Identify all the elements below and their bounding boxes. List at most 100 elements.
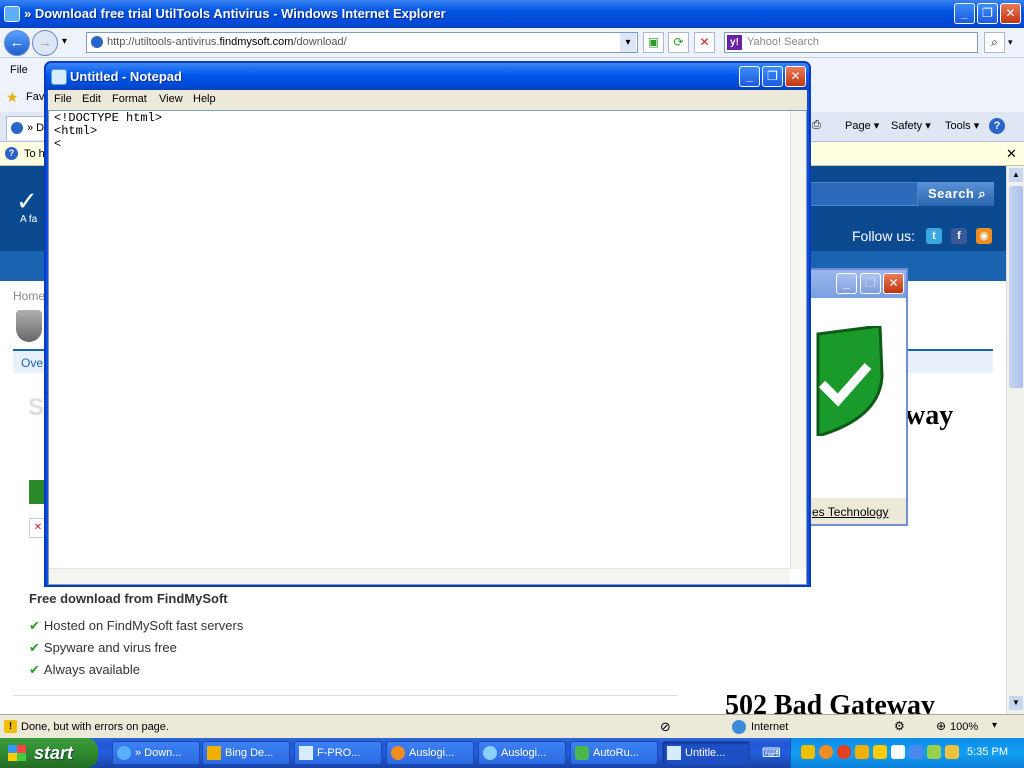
recent-pages-dropdown[interactable]: ▾ — [62, 36, 67, 47]
refresh-button[interactable]: ⟳ — [668, 32, 689, 53]
back-button[interactable]: ← — [4, 30, 30, 56]
ie-title-bar: » Download free trial UtilTools Antiviru… — [0, 0, 1024, 28]
autoruns-icon — [575, 746, 589, 760]
tray-java-icon[interactable] — [927, 745, 941, 759]
tray-antivirus-icon[interactable] — [837, 745, 851, 759]
feature-label: Spyware and virus free — [43, 640, 177, 655]
page-menu[interactable]: Page ▾ — [845, 119, 879, 132]
windows-logo-icon — [8, 745, 26, 761]
dialog-maximize-button[interactable]: ❐ — [860, 273, 881, 294]
taskbar-item-bing[interactable]: Bing De... — [202, 741, 290, 765]
breadcrumb[interactable]: Home — [13, 289, 45, 303]
windows-taskbar: start » Down... Bing De... F-PRO... Ausl… — [0, 738, 1024, 768]
ie-logo-icon — [4, 6, 20, 22]
scroll-thumb[interactable] — [1009, 186, 1023, 388]
close-button[interactable]: ✕ — [1000, 3, 1021, 24]
zoom-level[interactable]: 100% — [950, 721, 978, 733]
zoom-dropdown[interactable]: ▾ — [992, 720, 997, 731]
taskbar-label: Untitle... — [685, 747, 726, 759]
tray-speaker-icon[interactable] — [945, 745, 959, 759]
notepad-vertical-scrollbar[interactable] — [790, 111, 806, 569]
facebook-icon[interactable]: f — [951, 228, 967, 244]
favorites-label[interactable]: Fav — [26, 91, 44, 103]
forward-button[interactable]: → — [32, 30, 58, 56]
taskbar-item-notepad[interactable]: Untitle... — [662, 741, 750, 765]
taskbar-item-auslogics-1[interactable]: Auslogi... — [386, 741, 474, 765]
ie-window-title: » Download free trial UtilTools Antiviru… — [24, 6, 446, 21]
tab-current[interactable]: » D — [6, 116, 46, 140]
search-button[interactable]: ⌕ — [984, 32, 1005, 53]
taskbar-label: Auslogi... — [409, 747, 455, 759]
taskbar-item-ie[interactable]: » Down... — [112, 741, 200, 765]
page-scrollbar[interactable]: ▲ ▼ — [1006, 166, 1024, 714]
safety-menu[interactable]: Safety ▾ — [891, 119, 931, 132]
notepad-menu-help[interactable]: Help — [193, 93, 216, 105]
warning-icon[interactable]: ! — [4, 720, 17, 733]
tools-menu[interactable]: Tools ▾ — [945, 119, 979, 132]
page-favicon-icon — [91, 36, 103, 48]
maximize-button[interactable]: ❐ — [977, 3, 998, 24]
search-input[interactable]: y! Yahoo! Search — [724, 32, 978, 53]
address-dropdown-button[interactable]: ▾ — [620, 33, 636, 52]
site-search-input[interactable] — [806, 182, 918, 206]
notepad-title: Untitled - Notepad — [70, 69, 182, 84]
system-tray: 5:35 PM — [790, 738, 1024, 768]
window-icon — [299, 746, 313, 760]
address-bar[interactable]: http://utiltools-antivirus.findmysoft.co… — [86, 32, 638, 53]
menu-file[interactable]: File — [10, 64, 28, 76]
scroll-down-button[interactable]: ▼ — [1009, 696, 1023, 710]
start-button[interactable]: start — [0, 738, 98, 768]
zoom-icon[interactable]: ⊕ — [936, 719, 946, 733]
popup-blocked-icon[interactable]: ⊘ — [660, 719, 671, 735]
notepad-close-button[interactable]: ✕ — [785, 66, 806, 87]
green-shield-check-icon — [816, 326, 884, 436]
search-options-dropdown[interactable]: ▾ — [1008, 37, 1013, 48]
notepad-text-area[interactable]: <!DOCTYPE html> <html> < — [48, 110, 807, 585]
taskbar-item-fpro[interactable]: F-PRO... — [294, 741, 382, 765]
keyboard-icon[interactable]: ⌨ — [762, 745, 781, 761]
site-search-button[interactable]: Search ⌕ — [918, 182, 994, 206]
tray-bing-icon[interactable] — [855, 745, 869, 759]
tray-network-icon[interactable] — [891, 745, 905, 759]
sidebar-box — [907, 349, 993, 373]
notepad-menu-view[interactable]: View — [159, 93, 183, 105]
tray-monitor-icon[interactable] — [909, 745, 923, 759]
notepad-menu-format[interactable]: Format — [112, 93, 147, 105]
taskbar-label: Bing De... — [225, 747, 274, 759]
taskbar-item-auslogics-2[interactable]: Auslogi... — [478, 741, 566, 765]
stop-button[interactable]: ✕ — [694, 32, 715, 53]
tray-b-icon[interactable] — [873, 745, 887, 759]
scroll-up-button[interactable]: ▲ — [1009, 168, 1023, 182]
help-icon[interactable]: ? — [989, 118, 1005, 134]
notepad-menu-file[interactable]: File — [54, 93, 72, 105]
notepad-minimize-button[interactable]: _ — [739, 66, 760, 87]
notepad-horizontal-scrollbar[interactable] — [49, 568, 790, 584]
clock[interactable]: 5:35 PM — [967, 746, 1008, 758]
feature-item: ✔ Hosted on FindMySoft fast servers — [29, 618, 243, 634]
compatibility-view-icon[interactable]: ▣ — [643, 32, 664, 53]
protected-mode-icon[interactable]: ⚙ — [894, 719, 905, 733]
background-dialog: _ ❐ ✕ es Technology — [808, 268, 908, 526]
dialog-link[interactable]: es Technology — [812, 505, 889, 519]
notepad-maximize-button[interactable]: ❐ — [762, 66, 783, 87]
notepad-content[interactable]: <!DOCTYPE html> <html> < — [54, 112, 162, 151]
dialog-close-button[interactable]: ✕ — [883, 273, 904, 294]
info-icon: ? — [5, 147, 18, 160]
taskbar-item-autoruns[interactable]: AutoRu... — [570, 741, 658, 765]
auslogics-icon — [391, 746, 405, 760]
notepad-menu-edit[interactable]: Edit — [82, 93, 101, 105]
dialog-title-bar: _ ❐ ✕ — [810, 270, 906, 298]
favorites-star-icon[interactable]: ★ — [6, 89, 19, 106]
tray-shield-icon[interactable] — [801, 745, 815, 759]
tab-favicon-icon — [11, 122, 23, 134]
notepad-title-bar: Untitled - Notepad _ ❐ ✕ — [46, 63, 809, 90]
minimize-button[interactable]: _ — [954, 3, 975, 24]
dialog-minimize-button[interactable]: _ — [836, 273, 857, 294]
search-placeholder: Yahoo! Search — [747, 36, 819, 48]
print-icon[interactable]: ⎙ — [812, 119, 821, 132]
tray-clock-icon[interactable] — [819, 745, 833, 759]
tab-overview[interactable]: Ove — [21, 356, 43, 370]
twitter-icon[interactable]: t — [926, 228, 942, 244]
rss-icon[interactable]: ◉ — [976, 228, 992, 244]
infobar-close-icon[interactable]: ✕ — [1006, 146, 1017, 162]
